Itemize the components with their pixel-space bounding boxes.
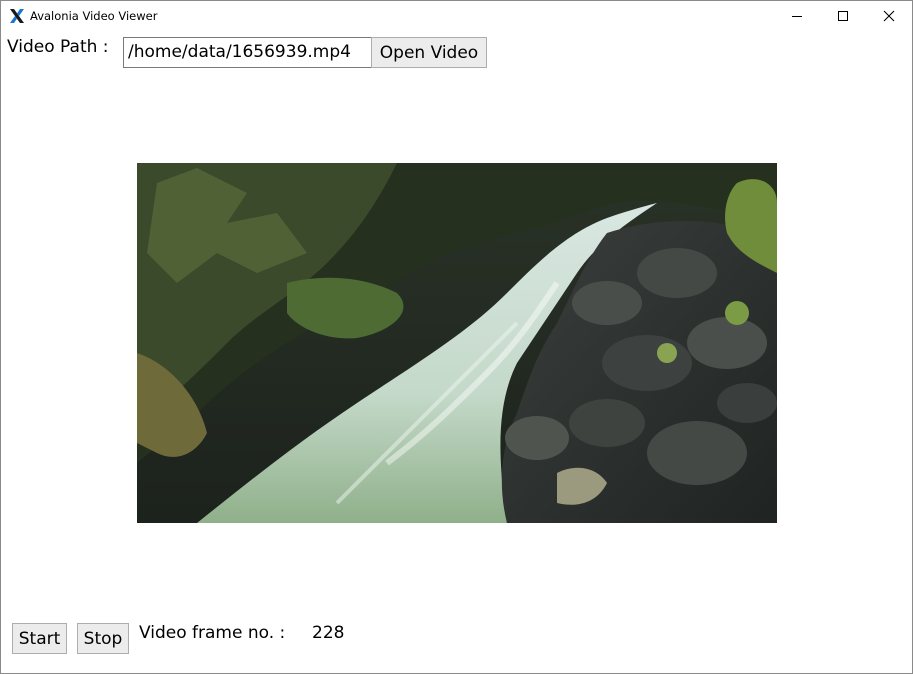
video-frame xyxy=(137,163,777,523)
app-window: Avalonia Video Viewer Video Path : /home… xyxy=(0,0,913,674)
video-path-label: Video Path : xyxy=(7,37,109,57)
frame-number-value: 228 xyxy=(312,623,345,643)
video-path-input[interactable]: /home/data/1656939.mp4 xyxy=(123,37,373,68)
maximize-button[interactable] xyxy=(820,1,866,31)
start-button[interactable]: Start xyxy=(12,623,67,654)
title-bar[interactable]: Avalonia Video Viewer xyxy=(1,1,912,31)
stop-button[interactable]: Stop xyxy=(77,623,129,654)
open-video-button[interactable]: Open Video xyxy=(371,37,487,68)
video-frame-image xyxy=(137,163,777,523)
frame-number-label: Video frame no. : xyxy=(139,623,286,643)
minimize-icon xyxy=(792,16,802,17)
window-title: Avalonia Video Viewer xyxy=(30,9,158,23)
close-icon xyxy=(883,10,895,22)
maximize-icon xyxy=(838,11,848,21)
close-button[interactable] xyxy=(866,1,912,31)
minimize-button[interactable] xyxy=(774,1,820,31)
avalonia-logo-icon xyxy=(10,9,24,23)
